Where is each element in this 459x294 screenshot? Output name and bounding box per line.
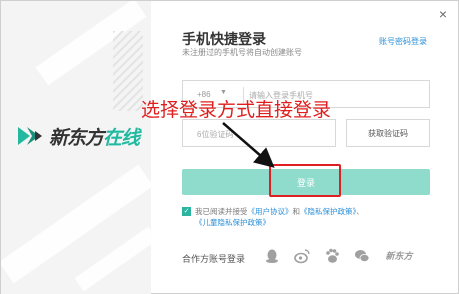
- qq-icon[interactable]: [264, 248, 280, 264]
- highlight-box: [269, 164, 341, 197]
- decor-stripes: [113, 31, 143, 111]
- third-party-label: 合作方账号登录: [182, 254, 246, 264]
- user-agreement-link[interactable]: 《用户协议》: [248, 207, 293, 216]
- decor-shape: [1, 164, 151, 284]
- xdf-icon[interactable]: 新东方: [384, 248, 414, 264]
- agreement-checkbox[interactable]: ✓: [182, 207, 191, 216]
- decor-shape: [74, 226, 151, 292]
- close-button[interactable]: ×: [436, 7, 450, 21]
- child-privacy-link[interactable]: 《儿童隐私保护政策》: [195, 218, 270, 227]
- login-window: 新东方在线 × 手机快捷登录 未注册过的手机号将自动创建账号 账号密码登录 +8…: [0, 0, 459, 294]
- get-code-button[interactable]: 获取验证码: [346, 119, 430, 147]
- password-login-link[interactable]: 账号密码登录: [379, 36, 427, 47]
- login-title: 手机快捷登录: [182, 31, 266, 47]
- annotation-arrow: [222, 122, 275, 168]
- xdf-logo-icon: [18, 127, 42, 145]
- wechat-icon[interactable]: [354, 248, 370, 264]
- login-subtitle: 未注册过的手机号将自动创建账号: [182, 48, 302, 57]
- baidu-icon[interactable]: [324, 248, 340, 264]
- brand-panel: 新东方在线: [1, 1, 151, 294]
- agreement-text: 我已阅读并接受《用户协议》和《隐私保护政策》、 《儿童隐私保护政策》: [195, 207, 364, 227]
- weibo-icon[interactable]: [294, 248, 310, 264]
- third-party-icons: 新东方: [264, 248, 414, 264]
- logo-text: 新东方在线: [49, 126, 140, 149]
- xdf-logo: 新东方在线: [15, 121, 140, 151]
- privacy-policy-link[interactable]: 《隐私保护政策》: [300, 207, 356, 216]
